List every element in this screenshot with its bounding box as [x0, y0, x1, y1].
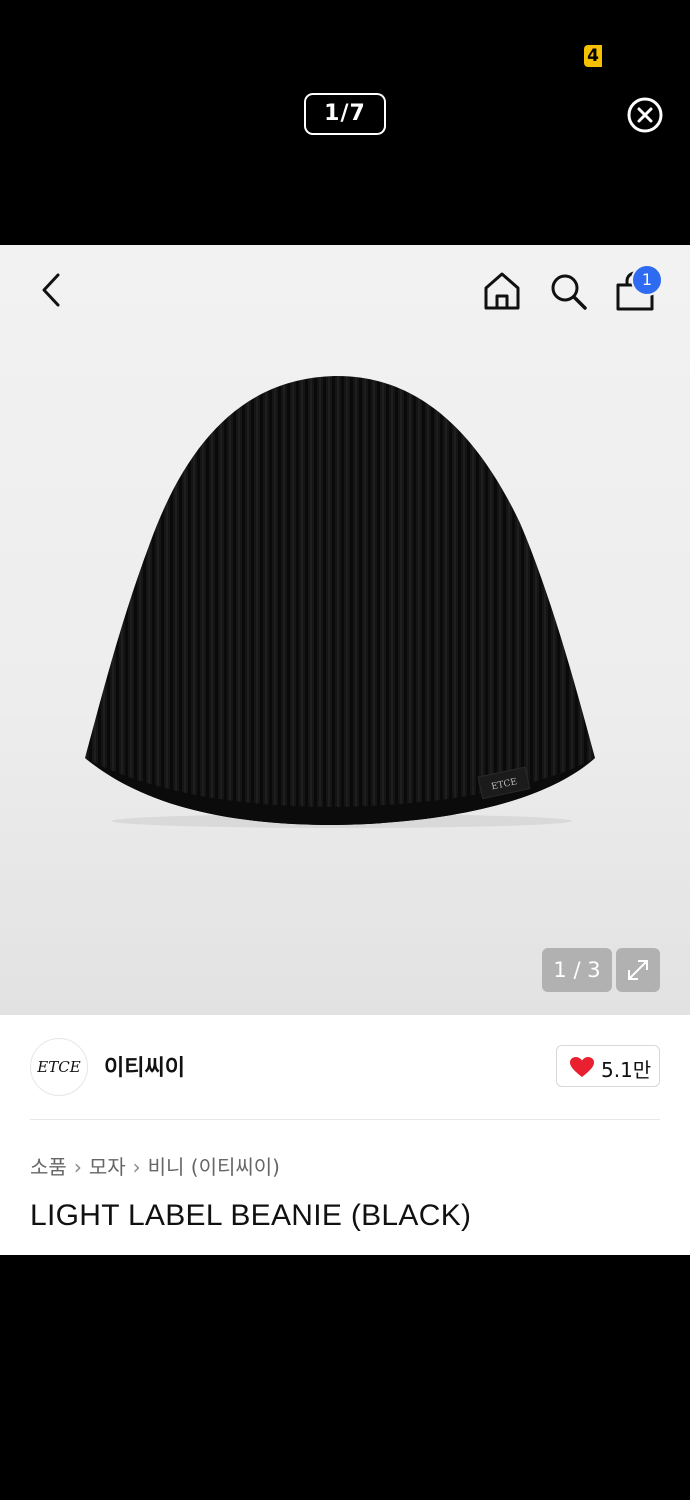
gallery-image-counter: 1 / 3: [542, 948, 612, 992]
product-info: ETCE 이티씨이 5.1만 소품 › 모자 › 비니 (이티씨이) LIGHT LAB…: [0, 1015, 690, 1255]
product-screenshot: 1 ETCE 1 / 3 ETCE 이티씨이 5.1만 소품 › 모자 › 비니…: [0, 245, 690, 1255]
product-image[interactable]: ETCE: [80, 373, 605, 828]
brand-logo[interactable]: ETCE: [30, 1038, 88, 1096]
close-icon[interactable]: [626, 96, 664, 134]
image-viewer-overlay: 4 1/7: [0, 0, 690, 245]
cart-count-badge: 1: [631, 264, 663, 296]
chevron-left-icon[interactable]: [36, 269, 70, 311]
heart-icon: [570, 1057, 594, 1077]
breadcrumb-item-beanie[interactable]: 비니 (이티씨이): [148, 1155, 280, 1179]
breadcrumb-item-hats[interactable]: 모자: [89, 1155, 126, 1179]
divider: [30, 1119, 660, 1120]
viewer-page-counter: 1/7: [304, 93, 386, 135]
breadcrumb: 소품 › 모자 › 비니 (이티씨이): [30, 1151, 280, 1180]
breadcrumb-item-accessories[interactable]: 소품: [30, 1155, 67, 1179]
like-count: 5.1만: [601, 1058, 652, 1082]
breadcrumb-separator: ›: [73, 1155, 82, 1179]
brand-name[interactable]: 이티씨이: [104, 1050, 185, 1082]
like-button[interactable]: 5.1만: [556, 1045, 660, 1087]
breadcrumb-separator: ›: [132, 1155, 141, 1179]
expand-icon[interactable]: [616, 948, 660, 992]
search-icon[interactable]: [546, 269, 590, 313]
notification-badge: 4: [584, 45, 602, 67]
product-gallery[interactable]: 1 ETCE 1 / 3: [0, 245, 690, 1015]
product-title: LIGHT LABEL BEANIE (BLACK): [30, 1199, 472, 1232]
home-icon[interactable]: [480, 269, 524, 313]
